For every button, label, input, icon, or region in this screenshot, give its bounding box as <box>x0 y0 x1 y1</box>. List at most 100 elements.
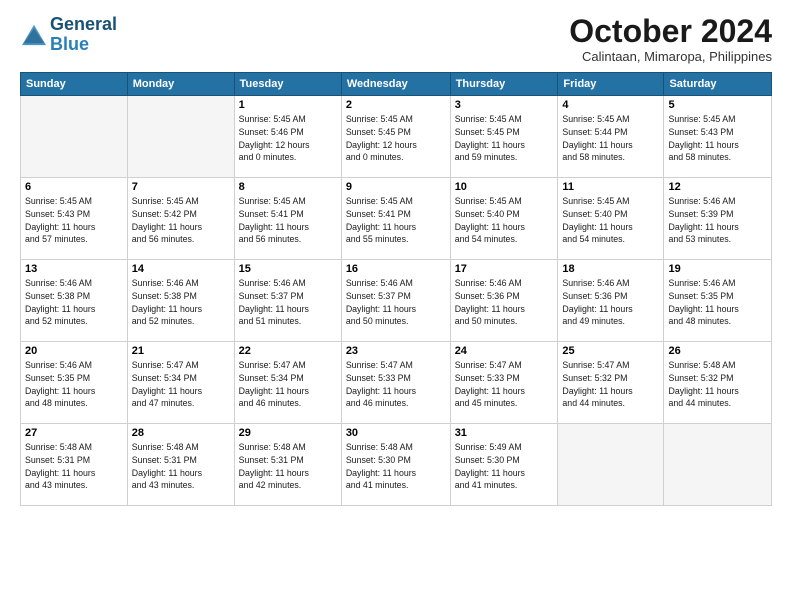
day-number: 15 <box>239 263 337 275</box>
day-number: 25 <box>562 345 659 357</box>
day-number: 26 <box>668 345 767 357</box>
cell-info: Sunrise: 5:47 AM Sunset: 5:33 PM Dayligh… <box>455 359 554 410</box>
logo: GeneralBlue <box>20 15 117 55</box>
calendar-cell: 22Sunrise: 5:47 AM Sunset: 5:34 PM Dayli… <box>234 342 341 424</box>
cell-info: Sunrise: 5:45 AM Sunset: 5:40 PM Dayligh… <box>455 195 554 246</box>
calendar-cell <box>127 96 234 178</box>
weekday-tuesday: Tuesday <box>234 73 341 96</box>
day-number: 21 <box>132 345 230 357</box>
cell-info: Sunrise: 5:45 AM Sunset: 5:41 PM Dayligh… <box>239 195 337 246</box>
location: Calintaan, Mimaropa, Philippines <box>569 49 772 64</box>
week-row-4: 20 Sunrise: 5:46 AM Sunset: 5:35 PM Dayli… <box>21 342 772 424</box>
calendar-cell: 9 Sunrise: 5:45 AM Sunset: 5:41 PM Daylig… <box>341 178 450 260</box>
day-number: 7 <box>132 181 230 193</box>
logo-general: General <box>50 14 117 34</box>
day-number: 31 <box>455 427 554 439</box>
day-number: 2 <box>346 99 446 111</box>
cell-info: Sunrise: 5:46 AM Sunset: 5:39 PM Dayligh… <box>668 195 767 246</box>
cell-info: Sunrise: 5:48 AM Sunset: 5:30 PM Dayligh… <box>346 441 446 492</box>
logo-icon <box>20 23 48 47</box>
cell-info: Sunrise: 5:46 AM Sunset: 5:35 PM Dayligh… <box>668 277 767 328</box>
cell-info: Sunrise: 5:49 AM Sunset: 5:30 PM Dayligh… <box>455 441 554 492</box>
cell-info: Sunrise: 5:47 AM Sunset: 5:34 PM Dayligh… <box>132 359 230 410</box>
day-number: 16 <box>346 263 446 275</box>
day-number: 11 <box>562 181 659 193</box>
day-number: 10 <box>455 181 554 193</box>
cell-info: Sunrise: 5:48 AM Sunset: 5:31 PM Dayligh… <box>25 441 123 492</box>
cell-info: Sunrise: 5:47 AM Sunset: 5:33 PM Dayligh… <box>346 359 446 410</box>
cell-info: Sunrise: 5:46 AM Sunset: 5:35 PM Dayligh… <box>25 359 123 410</box>
calendar-cell <box>558 424 664 506</box>
page: GeneralBlue October 2024 Calintaan, Mima… <box>0 0 792 612</box>
day-number: 6 <box>25 181 123 193</box>
calendar-cell: 30 Sunrise: 5:48 AM Sunset: 5:30 PM Dayli… <box>341 424 450 506</box>
cell-info: Sunrise: 5:45 AM Sunset: 5:45 PM Dayligh… <box>455 113 554 164</box>
calendar-cell: 13 Sunrise: 5:46 AM Sunset: 5:38 PM Dayli… <box>21 260 128 342</box>
cell-info: Sunrise: 5:48 AM Sunset: 5:31 PM Dayligh… <box>239 441 337 492</box>
cell-info: Sunrise: 5:48 AM Sunset: 5:31 PM Dayligh… <box>132 441 230 492</box>
calendar-cell: 19 Sunrise: 5:46 AM Sunset: 5:35 PM Dayli… <box>664 260 772 342</box>
day-number: 5 <box>668 99 767 111</box>
calendar-cell: 15 Sunrise: 5:46 AM Sunset: 5:37 PM Dayli… <box>234 260 341 342</box>
calendar-cell: 26 Sunrise: 5:48 AM Sunset: 5:32 PM Dayli… <box>664 342 772 424</box>
calendar-cell: 6Sunrise: 5:45 AM Sunset: 5:43 PM Daylig… <box>21 178 128 260</box>
week-row-5: 27 Sunrise: 5:48 AM Sunset: 5:31 PM Dayli… <box>21 424 772 506</box>
weekday-thursday: Thursday <box>450 73 558 96</box>
title-block: October 2024 Calintaan, Mimaropa, Philip… <box>569 15 772 64</box>
cell-info: Sunrise: 5:46 AM Sunset: 5:38 PM Dayligh… <box>25 277 123 328</box>
calendar-cell: 3 Sunrise: 5:45 AM Sunset: 5:45 PM Daylig… <box>450 96 558 178</box>
day-number: 30 <box>346 427 446 439</box>
calendar-cell: 1Sunrise: 5:45 AM Sunset: 5:46 PM Daylig… <box>234 96 341 178</box>
calendar-cell: 16Sunrise: 5:46 AM Sunset: 5:37 PM Dayli… <box>341 260 450 342</box>
day-number: 8 <box>239 181 337 193</box>
weekday-wednesday: Wednesday <box>341 73 450 96</box>
day-number: 19 <box>668 263 767 275</box>
cell-info: Sunrise: 5:46 AM Sunset: 5:36 PM Dayligh… <box>562 277 659 328</box>
day-number: 1 <box>239 99 337 111</box>
calendar-cell: 11Sunrise: 5:45 AM Sunset: 5:40 PM Dayli… <box>558 178 664 260</box>
calendar-cell: 23Sunrise: 5:47 AM Sunset: 5:33 PM Dayli… <box>341 342 450 424</box>
logo-blue: Blue <box>50 34 89 54</box>
calendar-cell: 29Sunrise: 5:48 AM Sunset: 5:31 PM Dayli… <box>234 424 341 506</box>
day-number: 12 <box>668 181 767 193</box>
cell-info: Sunrise: 5:48 AM Sunset: 5:32 PM Dayligh… <box>668 359 767 410</box>
cell-info: Sunrise: 5:45 AM Sunset: 5:41 PM Dayligh… <box>346 195 446 246</box>
month-title: October 2024 <box>569 15 772 47</box>
calendar-cell: 21 Sunrise: 5:47 AM Sunset: 5:34 PM Dayli… <box>127 342 234 424</box>
calendar-cell: 20 Sunrise: 5:46 AM Sunset: 5:35 PM Dayli… <box>21 342 128 424</box>
cell-info: Sunrise: 5:46 AM Sunset: 5:37 PM Dayligh… <box>239 277 337 328</box>
day-number: 3 <box>455 99 554 111</box>
day-number: 9 <box>346 181 446 193</box>
calendar-cell: 5Sunrise: 5:45 AM Sunset: 5:43 PM Daylig… <box>664 96 772 178</box>
calendar-cell: 17Sunrise: 5:46 AM Sunset: 5:36 PM Dayli… <box>450 260 558 342</box>
calendar-cell: 24Sunrise: 5:47 AM Sunset: 5:33 PM Dayli… <box>450 342 558 424</box>
cell-info: Sunrise: 5:46 AM Sunset: 5:38 PM Dayligh… <box>132 277 230 328</box>
logo-text: GeneralBlue <box>50 15 117 55</box>
week-row-1: 1Sunrise: 5:45 AM Sunset: 5:46 PM Daylig… <box>21 96 772 178</box>
calendar-cell: 12 Sunrise: 5:46 AM Sunset: 5:39 PM Dayli… <box>664 178 772 260</box>
calendar-cell: 28Sunrise: 5:48 AM Sunset: 5:31 PM Dayli… <box>127 424 234 506</box>
calendar-cell: 4 Sunrise: 5:45 AM Sunset: 5:44 PM Daylig… <box>558 96 664 178</box>
calendar-cell: 27 Sunrise: 5:48 AM Sunset: 5:31 PM Dayli… <box>21 424 128 506</box>
day-number: 22 <box>239 345 337 357</box>
day-number: 20 <box>25 345 123 357</box>
calendar-cell: 14Sunrise: 5:46 AM Sunset: 5:38 PM Dayli… <box>127 260 234 342</box>
calendar-cell: 25 Sunrise: 5:47 AM Sunset: 5:32 PM Dayli… <box>558 342 664 424</box>
day-number: 4 <box>562 99 659 111</box>
cell-info: Sunrise: 5:46 AM Sunset: 5:36 PM Dayligh… <box>455 277 554 328</box>
calendar-cell: 18Sunrise: 5:46 AM Sunset: 5:36 PM Dayli… <box>558 260 664 342</box>
cell-info: Sunrise: 5:47 AM Sunset: 5:32 PM Dayligh… <box>562 359 659 410</box>
weekday-saturday: Saturday <box>664 73 772 96</box>
calendar-cell: 2Sunrise: 5:45 AM Sunset: 5:45 PM Daylig… <box>341 96 450 178</box>
weekday-monday: Monday <box>127 73 234 96</box>
cell-info: Sunrise: 5:45 AM Sunset: 5:42 PM Dayligh… <box>132 195 230 246</box>
calendar-cell: 7 Sunrise: 5:45 AM Sunset: 5:42 PM Daylig… <box>127 178 234 260</box>
calendar-cell: 10 Sunrise: 5:45 AM Sunset: 5:40 PM Dayli… <box>450 178 558 260</box>
day-number: 27 <box>25 427 123 439</box>
weekday-friday: Friday <box>558 73 664 96</box>
header: GeneralBlue October 2024 Calintaan, Mima… <box>20 15 772 64</box>
week-row-3: 13 Sunrise: 5:46 AM Sunset: 5:38 PM Dayli… <box>21 260 772 342</box>
day-number: 13 <box>25 263 123 275</box>
cell-info: Sunrise: 5:45 AM Sunset: 5:44 PM Dayligh… <box>562 113 659 164</box>
weekday-sunday: Sunday <box>21 73 128 96</box>
